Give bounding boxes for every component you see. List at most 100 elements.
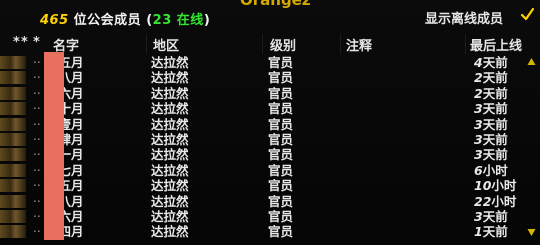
column-header-zone[interactable]: 地区: [153, 35, 179, 54]
member-last-online: 3天前: [474, 132, 508, 147]
checkmark-icon: [520, 8, 534, 21]
member-zone: 达拉然: [151, 162, 189, 178]
paren-close: ): [203, 13, 211, 28]
row-dots: ..: [33, 67, 41, 82]
member-last-online: 3天前: [474, 209, 508, 224]
row-dots: ..: [33, 144, 41, 159]
row-dots: ..: [33, 175, 41, 190]
member-last-online: 2天前: [474, 70, 508, 85]
last-online-number: 3: [474, 131, 483, 147]
roster-row[interactable]: .. 拾壹月 达拉然 官员 3天前: [0, 114, 540, 132]
roster-row[interactable]: .. 十六月 达拉然 官员 3天前: [0, 205, 540, 224]
member-zone: 达拉然: [151, 85, 189, 101]
last-online-unit: 天前: [482, 224, 508, 240]
member-zone: 达拉然: [151, 116, 189, 132]
sort-header-2[interactable]: *: [21, 35, 28, 50]
row-dots: ..: [33, 190, 41, 205]
guild-rank-icon: [0, 194, 26, 208]
member-last-online: 3天前: [474, 147, 508, 162]
guild-name: Orangez: [240, 0, 311, 9]
last-online-number: 3: [474, 101, 483, 117]
member-rank: 官员: [268, 178, 294, 194]
last-online-unit: 天前: [482, 131, 508, 147]
roster-row[interactable]: .. 陆六月 达拉然 官员 2天前: [0, 83, 540, 101]
last-online-unit: 天前: [482, 116, 508, 132]
column-header-last-online[interactable]: 最后上线: [470, 35, 522, 54]
guild-roster-panel: Orangez 465 位公会成员 (23 在线) 显示离线成员 * * * 名…: [0, 0, 540, 245]
scroll-down-button[interactable]: [527, 228, 536, 237]
member-rank: 官员: [268, 55, 294, 70]
scroll-up-button[interactable]: [527, 57, 536, 66]
roster-row[interactable]: .. 十五月 达拉然 官员 10小时: [0, 175, 540, 194]
last-online-unit: 天前: [482, 85, 508, 101]
column-divider: [340, 34, 341, 54]
last-online-number: 10: [474, 178, 492, 194]
roster-row[interactable]: .. 十四月 达拉然 官员 1天前: [0, 221, 540, 240]
roster-list: .. 肆五月 达拉然 官员 4天前.. 捌八月 达拉然 官员 2天前.. 陆六月 达拉然 官员 2天前.…: [0, 52, 540, 240]
guild-rank-icon: [0, 117, 26, 131]
sort-header-1[interactable]: *: [13, 35, 20, 50]
last-online-number: 1: [474, 224, 483, 240]
guild-rank-icon: [0, 56, 26, 69]
roster-row[interactable]: .. 十七月 达拉然 官员 6小时: [0, 159, 540, 178]
member-zone: 达拉然: [151, 101, 189, 117]
online-label: 在线: [176, 13, 204, 28]
column-divider: [146, 34, 147, 54]
member-rank: 官员: [268, 101, 294, 117]
roster-row[interactable]: .. 捌八月 达拉然 官员 2天前: [0, 67, 540, 86]
member-count: 465: [40, 13, 69, 28]
last-online-unit: 天前: [482, 70, 508, 86]
member-rank: 官员: [268, 70, 294, 86]
roster-row[interactable]: .. 肆五月 达拉然 官员 4天前: [0, 52, 540, 70]
last-online-unit: 天前: [482, 55, 508, 70]
column-headers: * * * 名字 地区 级别 注释 最后上线: [0, 35, 540, 55]
roster-row[interactable]: .. 十一月 达拉然 官员 3天前: [0, 144, 540, 163]
last-online-unit: 小时: [491, 193, 517, 209]
row-dots: ..: [33, 52, 41, 66]
guild-rank-icon: [0, 132, 26, 146]
last-online-number: 3: [474, 147, 483, 163]
show-offline-checkbox[interactable]: [520, 8, 534, 22]
last-online-number: 3: [474, 208, 483, 224]
member-rank: 官员: [268, 208, 294, 224]
member-last-online: 2天前: [474, 86, 508, 101]
member-zone: 达拉然: [151, 147, 189, 163]
member-last-online: 3天前: [474, 101, 508, 116]
last-online-number: 22: [474, 193, 492, 209]
roster-row[interactable]: .. 拾十月 达拉然 官员 3天前: [0, 98, 540, 117]
guild-rank-icon: [0, 225, 26, 239]
members-label: 位公会成员: [73, 13, 142, 28]
member-zone: 达拉然: [151, 55, 189, 70]
member-zone: 达拉然: [151, 224, 189, 240]
roster-row[interactable]: .. 十八月 达拉然 官员 22小时: [0, 190, 540, 209]
member-last-online: 6小时: [474, 163, 508, 178]
last-online-unit: 小时: [482, 162, 508, 178]
last-online-number: 4: [474, 55, 483, 70]
column-header-note[interactable]: 注释: [346, 35, 372, 54]
column-divider: [262, 34, 263, 54]
member-rank: 官员: [268, 224, 294, 240]
member-last-online: 4天前: [474, 55, 508, 70]
last-online-number: 2: [474, 85, 483, 101]
guild-rank-icon: [0, 148, 26, 162]
last-online-number: 6: [474, 162, 483, 178]
column-header-rank[interactable]: 级别: [270, 35, 296, 54]
row-dots: ..: [33, 205, 41, 220]
guild-rank-icon: [0, 179, 26, 193]
row-dots: ..: [33, 159, 41, 174]
show-offline-label[interactable]: 显示离线成员: [425, 8, 503, 27]
last-online-number: 2: [474, 70, 483, 86]
sort-header-3[interactable]: *: [33, 35, 40, 50]
member-last-online: 10小时: [474, 178, 516, 193]
roster-row[interactable]: .. 肆肆月 达拉然 官员 3天前: [0, 128, 540, 147]
triangle-down-icon: [527, 229, 536, 236]
member-zone: 达拉然: [151, 70, 189, 86]
row-dots: ..: [33, 128, 41, 143]
guild-rank-icon: [0, 163, 26, 177]
last-online-number: 3: [474, 116, 483, 132]
member-zone: 达拉然: [151, 131, 189, 147]
column-divider: [465, 34, 466, 54]
guild-rank-icon: [0, 86, 26, 100]
last-online-unit: 天前: [482, 208, 508, 224]
redaction-bar: [44, 52, 64, 240]
